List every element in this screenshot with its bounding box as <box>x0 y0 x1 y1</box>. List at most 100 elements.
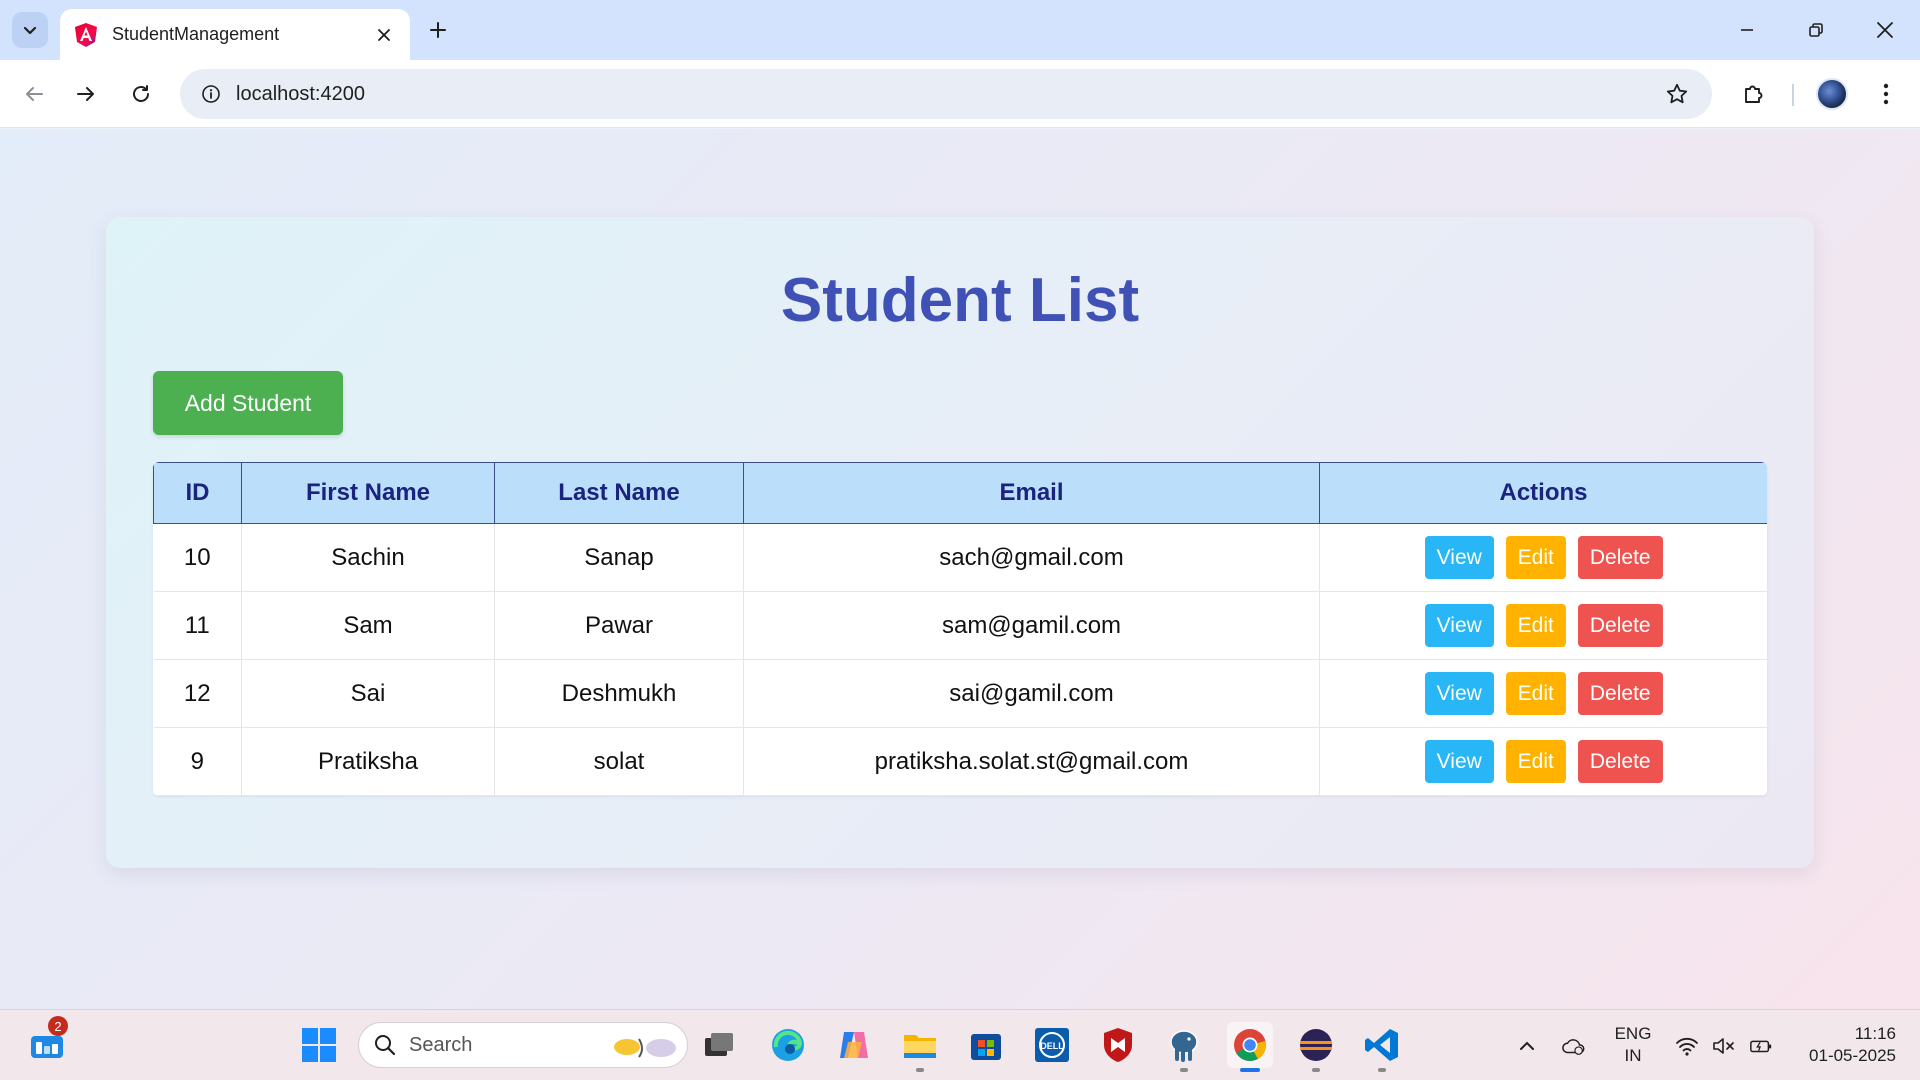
view-button[interactable]: View <box>1424 536 1494 579</box>
chrome-app[interactable] <box>1227 1022 1273 1072</box>
tab-title: StudentManagement <box>112 24 280 44</box>
mcafee-shield-icon <box>1104 1028 1132 1062</box>
column-header-last-name: Last Name <box>494 462 744 524</box>
delete-button[interactable]: Delete <box>1577 740 1663 783</box>
add-student-button[interactable]: Add Student <box>153 371 343 435</box>
browser-toolbar: localhost:4200 <box>0 60 1920 128</box>
new-tab-button[interactable] <box>422 14 454 46</box>
running-indicator <box>1378 1068 1386 1072</box>
reload-icon <box>133 85 149 102</box>
more-vertical-icon <box>1883 83 1889 105</box>
wifi-tray[interactable] <box>1675 1034 1699 1058</box>
cell-id: 9 <box>153 727 242 796</box>
view-button[interactable]: View <box>1424 672 1494 715</box>
eclipse-icon <box>1300 1029 1332 1061</box>
windows-taskbar: 2 Search DELL ENG IN 11:16 01-05-2025 <box>0 1009 1920 1080</box>
address-bar[interactable]: localhost:4200 <box>180 69 1712 119</box>
edit-button[interactable]: Edit <box>1505 604 1566 647</box>
restore-icon <box>1809 23 1823 37</box>
arrow-right-icon <box>77 87 94 101</box>
cell-first-name: Pratiksha <box>241 727 495 796</box>
onedrive-tray[interactable] <box>1562 1034 1586 1058</box>
eclipse-app[interactable] <box>1293 1022 1339 1072</box>
restore-button[interactable] <box>1791 10 1841 50</box>
cell-actions: View Edit Delete <box>1319 523 1767 592</box>
delete-button[interactable]: Delete <box>1577 536 1663 579</box>
cell-first-name: Sam <box>241 591 495 660</box>
reload-button[interactable] <box>121 74 161 114</box>
mcafee-app[interactable] <box>1095 1022 1141 1068</box>
browser-tab-strip: StudentManagement <box>0 0 1920 60</box>
cell-id: 12 <box>153 659 242 728</box>
taskbar-search[interactable]: Search <box>358 1022 688 1068</box>
clock[interactable]: 11:16 01-05-2025 <box>1790 1023 1896 1067</box>
cell-id: 10 <box>153 523 242 592</box>
cell-email: pratiksha.solat.st@gmail.com <box>743 727 1320 796</box>
vscode-icon <box>1365 1029 1398 1061</box>
clock-time: 11:16 <box>1854 1024 1896 1043</box>
cell-email: sam@gamil.com <box>743 591 1320 660</box>
cell-id: 11 <box>153 591 242 660</box>
postgresql-app[interactable] <box>1161 1022 1207 1072</box>
volume-tray[interactable] <box>1712 1034 1736 1058</box>
search-highlight-icon <box>614 1038 676 1058</box>
edge-app[interactable] <box>765 1022 811 1068</box>
copilot-app[interactable] <box>831 1022 877 1068</box>
chevron-up-icon <box>1520 1041 1534 1050</box>
cell-first-name: Sai <box>241 659 495 728</box>
folder-icon <box>904 1035 936 1058</box>
task-view-icon <box>705 1033 733 1056</box>
cell-last-name: solat <box>494 727 744 796</box>
students-table: ID First Name Last Name Email Actions 10… <box>153 462 1767 796</box>
show-hidden-icons-button[interactable] <box>1515 1034 1539 1058</box>
microsoft-store-app[interactable] <box>963 1022 1009 1068</box>
forward-button[interactable] <box>66 74 106 114</box>
cell-actions: View Edit Delete <box>1319 727 1767 796</box>
input-language[interactable]: ENG IN <box>1608 1023 1658 1067</box>
edit-button[interactable]: Edit <box>1505 672 1566 715</box>
tab-studentmanagement[interactable]: StudentManagement <box>60 9 410 60</box>
battery-tray[interactable] <box>1749 1034 1773 1058</box>
cell-last-name: Pawar <box>494 591 744 660</box>
table-row: 12 Sai Deshmukh sai@gamil.com View Edit … <box>153 659 1767 728</box>
close-tab-icon[interactable] <box>372 23 396 47</box>
dell-icon: DELL <box>1035 1028 1069 1062</box>
start-button[interactable] <box>296 1022 342 1068</box>
extensions-button[interactable] <box>1736 76 1772 112</box>
view-button[interactable]: View <box>1424 740 1494 783</box>
cell-actions: View Edit Delete <box>1319 591 1767 660</box>
minimize-icon <box>1741 29 1753 31</box>
arrow-left-icon <box>26 87 43 101</box>
svg-text:DELL: DELL <box>1040 1041 1064 1051</box>
vscode-app[interactable] <box>1359 1022 1405 1072</box>
bookmark-star-icon[interactable] <box>1664 81 1690 107</box>
active-app-indicator <box>1240 1068 1260 1072</box>
browser-menu-button[interactable] <box>1868 76 1904 112</box>
widgets-button[interactable]: 2 <box>24 1016 70 1068</box>
minimize-button[interactable] <box>1722 10 1772 50</box>
delete-button[interactable]: Delete <box>1577 672 1663 715</box>
edit-button[interactable]: Edit <box>1505 740 1566 783</box>
url-text: localhost:4200 <box>236 82 365 105</box>
file-explorer-app[interactable] <box>897 1022 943 1072</box>
site-info-icon[interactable] <box>186 69 236 119</box>
tab-search-button[interactable] <box>12 12 48 48</box>
table-row: 10 Sachin Sanap sach@gmail.com View Edit… <box>153 523 1767 592</box>
back-button[interactable] <box>14 74 54 114</box>
page-title: Student List <box>780 266 1140 335</box>
cell-actions: View Edit Delete <box>1319 659 1767 728</box>
delete-button[interactable]: Delete <box>1577 604 1663 647</box>
cell-first-name: Sachin <box>241 523 495 592</box>
windows-logo-icon <box>302 1028 336 1062</box>
cell-last-name: Deshmukh <box>494 659 744 728</box>
dell-app[interactable]: DELL <box>1029 1022 1075 1068</box>
clock-date: 01-05-2025 <box>1809 1046 1896 1065</box>
close-window-button[interactable] <box>1860 10 1910 50</box>
profile-avatar[interactable] <box>1816 78 1848 110</box>
edit-button[interactable]: Edit <box>1505 536 1566 579</box>
chrome-icon <box>1234 1029 1266 1062</box>
task-view-button[interactable] <box>696 1022 742 1068</box>
wifi-icon <box>1676 1037 1698 1056</box>
view-button[interactable]: View <box>1424 604 1494 647</box>
volume-muted-icon <box>1713 1038 1734 1054</box>
